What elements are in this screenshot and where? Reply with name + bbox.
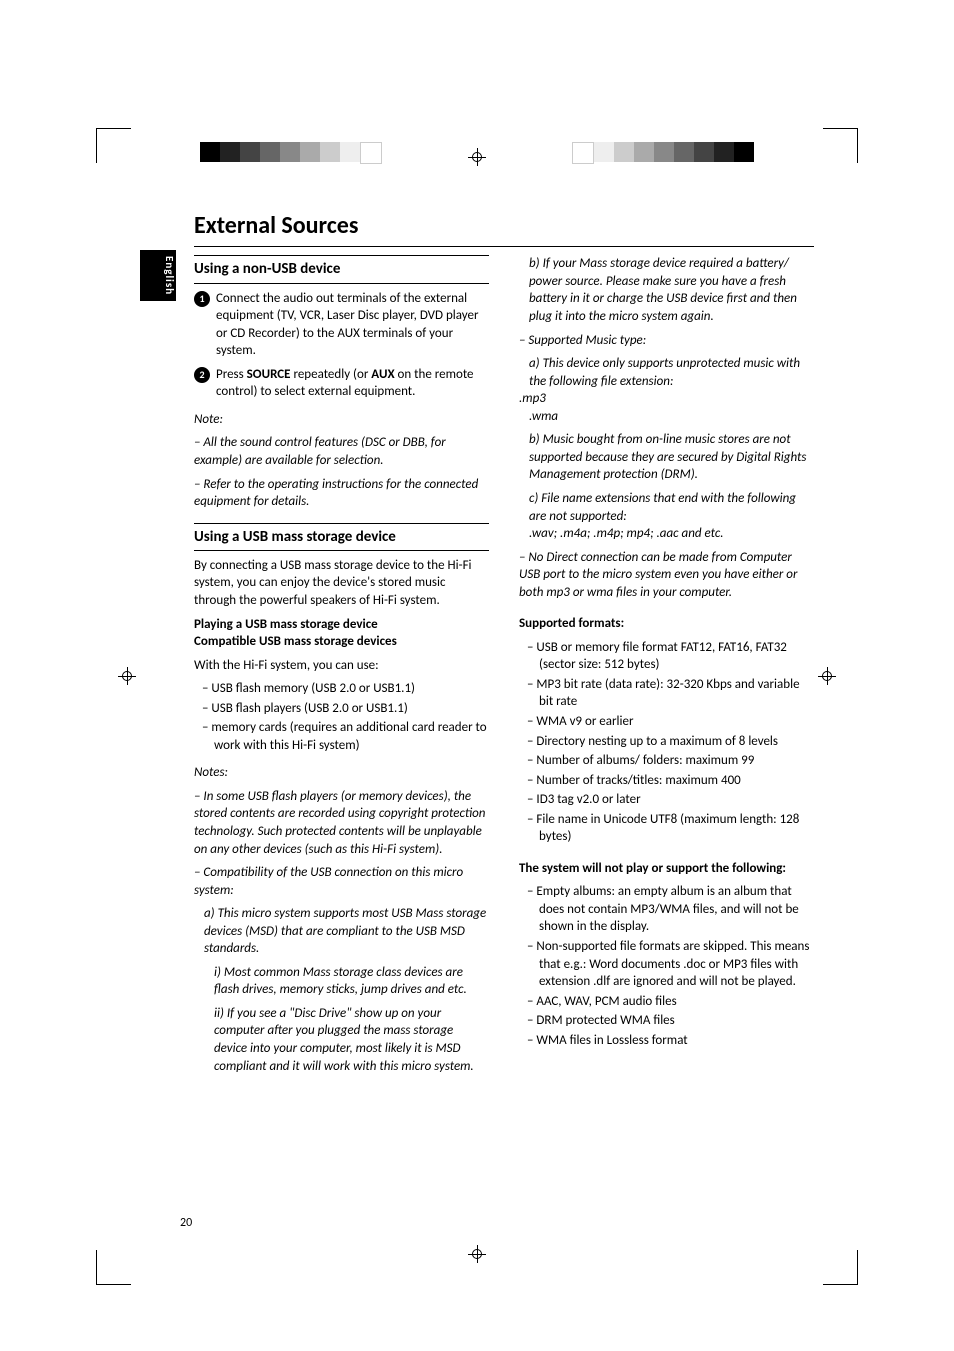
note-text: .mp3 <box>519 390 814 408</box>
sub-heading: Supported formats: <box>519 615 814 633</box>
compatible-list: USB flash memory (USB 2.0 or USB1.1) USB… <box>194 680 489 754</box>
note-text: – Compatibility of the USB connection on… <box>194 864 489 899</box>
list-item: WMA files in Lossless format <box>519 1032 814 1050</box>
list-item: Directory nesting up to a maximum of 8 l… <box>519 733 814 751</box>
color-bar <box>572 142 754 162</box>
registration-mark-icon <box>470 150 484 164</box>
not-supported-list: Empty albums: an empty album is an album… <box>519 883 814 1049</box>
note-text: b) If your Mass storage device required … <box>529 255 814 325</box>
list-item: Non-supported file formats are skipped. … <box>519 938 814 991</box>
crop-mark <box>96 128 131 163</box>
formats-list: USB or memory file format FAT12, FAT16, … <box>519 639 814 846</box>
step-text: Press SOURCE repeatedly (or AUX on the r… <box>216 366 489 401</box>
title-rule <box>194 246 814 247</box>
note-text: – All the sound control features (DSC or… <box>194 434 489 469</box>
note-text: – No Direct connection can be made from … <box>519 549 814 602</box>
list-item: USB flash memory (USB 2.0 or USB1.1) <box>194 680 489 698</box>
sub-heading: Playing a USB mass storage device <box>194 616 489 634</box>
note-text: a) This device only supports unprotected… <box>529 355 814 390</box>
note-text: – Supported Music type: <box>519 332 814 350</box>
list-item: USB flash players (USB 2.0 or USB1.1) <box>194 700 489 718</box>
note-text: i) Most common Mass storage class device… <box>214 964 489 999</box>
note-label: Note: <box>194 411 489 429</box>
list-item: memory cards (requires an additional car… <box>194 719 489 754</box>
list-item: Empty albums: an empty album is an album… <box>519 883 814 936</box>
registration-mark-icon <box>120 669 134 683</box>
crop-mark <box>823 1250 858 1285</box>
section-heading-non-usb: Using a non-USB device <box>194 255 489 283</box>
note-text: – In some USB flash players (or memory d… <box>194 788 489 858</box>
list-item: Number of tracks/titles: maximum 400 <box>519 772 814 790</box>
note-text: ii) If you see a "Disc Drive" show up on… <box>214 1005 489 1075</box>
list-item: DRM protected WMA files <box>519 1012 814 1030</box>
note-text: .wav; .m4a; .m4p; mp4; .aac and etc. <box>529 525 814 543</box>
note-text: .wma <box>529 408 814 426</box>
step-2: 2 Press SOURCE repeatedly (or AUX on the… <box>194 366 489 401</box>
body-text: By connecting a USB mass storage device … <box>194 557 489 610</box>
list-item: File name in Unicode UTF8 (maximum lengt… <box>519 811 814 846</box>
note-text: c) File name extensions that end with th… <box>529 490 814 525</box>
step-1: 1 Connect the audio out terminals of the… <box>194 290 489 360</box>
note-text: – Refer to the operating instructions fo… <box>194 476 489 511</box>
list-item: USB or memory file format FAT12, FAT16, … <box>519 639 814 674</box>
source-label: SOURCE <box>247 367 291 382</box>
list-item: WMA v9 or earlier <box>519 713 814 731</box>
sub-heading: The system will not play or support the … <box>519 860 814 878</box>
language-tab: English <box>140 250 176 301</box>
registration-mark-icon <box>470 1247 484 1261</box>
list-item: AAC, WAV, PCM audio files <box>519 993 814 1011</box>
note-text: a) This micro system supports most USB M… <box>204 905 489 958</box>
note-text: b) Music bought from on-line music store… <box>529 431 814 484</box>
color-bar <box>200 142 382 162</box>
crop-mark <box>823 128 858 163</box>
body-text: With the Hi-Fi system, you can use: <box>194 657 489 675</box>
crop-mark <box>96 1250 131 1285</box>
page-content: External Sources English Using a non-USB… <box>140 210 814 1081</box>
page-title: External Sources <box>194 210 814 242</box>
text: repeatedly (or <box>291 367 372 382</box>
step-number-icon: 2 <box>194 367 210 383</box>
left-column: Using a non-USB device 1 Connect the aud… <box>194 255 489 1081</box>
list-item: Number of albums/ folders: maximum 99 <box>519 752 814 770</box>
sub-heading: Compatible USB mass storage devices <box>194 633 489 651</box>
step-text: Connect the audio out terminals of the e… <box>216 290 489 360</box>
text: Press <box>216 367 247 382</box>
right-column: b) If your Mass storage device required … <box>519 255 814 1081</box>
page-number: 20 <box>180 1215 192 1231</box>
section-heading-usb: Using a USB mass storage device <box>194 523 489 551</box>
notes-label: Notes: <box>194 764 489 782</box>
registration-mark-icon <box>820 669 834 683</box>
step-number-icon: 1 <box>194 291 210 307</box>
aux-label: AUX <box>371 367 394 382</box>
list-item: MP3 bit rate (data rate): 32-320 Kbps an… <box>519 676 814 711</box>
list-item: ID3 tag v2.0 or later <box>519 791 814 809</box>
